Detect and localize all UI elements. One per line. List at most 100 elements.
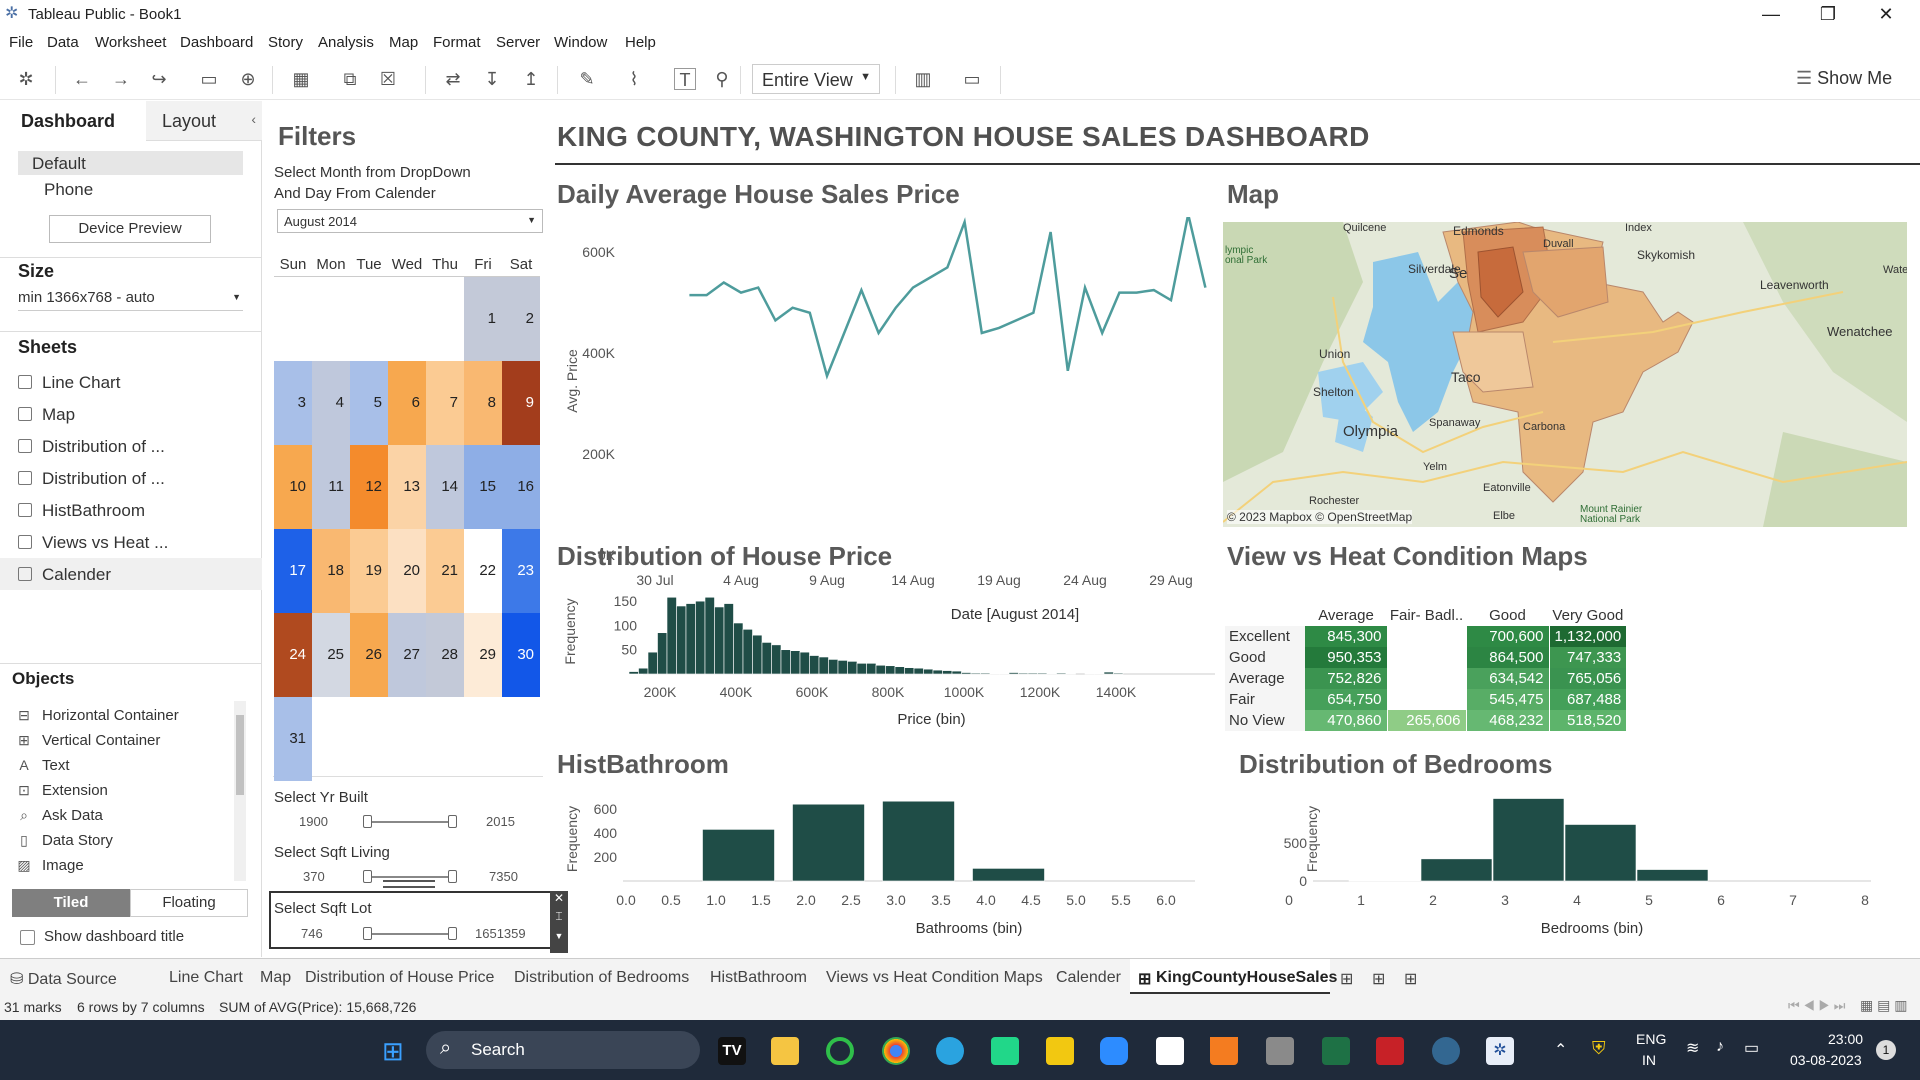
menu-analysis[interactable]: Analysis xyxy=(318,34,374,51)
new-story-icon[interactable]: ⊞ xyxy=(1404,969,1417,989)
device-default[interactable]: Default xyxy=(18,151,243,175)
calendar-day[interactable]: 21 xyxy=(426,529,464,613)
lang-1[interactable]: ENG xyxy=(1636,1031,1666,1047)
calendar-day[interactable]: 3 xyxy=(274,361,312,445)
heatmap-cell[interactable]: 1,132,000 xyxy=(1549,626,1628,647)
heatmap-cell[interactable]: 752,826 xyxy=(1305,668,1388,689)
clear-sheet-icon[interactable]: ☒ xyxy=(377,68,399,90)
map-view[interactable]: Quilcene Edmonds Index Skykomish Silverd… xyxy=(1223,222,1907,527)
sqft-lot-track[interactable] xyxy=(366,933,451,935)
size-dropdown[interactable]: min 1366x768 - auto ▼ xyxy=(18,289,243,311)
menu-map[interactable]: Map xyxy=(389,34,418,51)
floating-button[interactable]: Floating xyxy=(130,889,248,917)
sqft-living-track[interactable] xyxy=(366,876,451,878)
device-preview-button[interactable]: Device Preview xyxy=(49,215,211,243)
windows-start-icon[interactable]: ⊞ xyxy=(382,1037,410,1065)
sheet-item[interactable]: Views vs Heat ... xyxy=(18,533,168,553)
object-item[interactable]: ▯ Data Story xyxy=(16,832,113,849)
object-item[interactable]: ⊞ Vertical Container xyxy=(16,732,160,749)
object-item[interactable]: ⊡ Extension xyxy=(16,782,108,799)
view-grid-icon[interactable]: ▦ ▤ ▥ xyxy=(1860,997,1907,1014)
calendar-day[interactable]: 10 xyxy=(274,445,312,529)
yr-built-min-handle[interactable] xyxy=(363,815,372,828)
resize-grip-icon[interactable] xyxy=(383,880,435,888)
new-worksheet-icon[interactable]: ⊞ xyxy=(1340,969,1353,989)
calendar-day[interactable]: 11 xyxy=(312,445,350,529)
sheet-item[interactable]: Line Chart xyxy=(18,373,120,393)
calendar-day[interactable]: 18 xyxy=(312,529,350,613)
telegram-icon[interactable] xyxy=(936,1037,964,1065)
new-dashboard-icon[interactable]: ⊞ xyxy=(1372,969,1385,989)
object-item[interactable]: ▨ Image xyxy=(16,857,83,874)
tab-views-heat[interactable]: Views vs Heat Condition Maps xyxy=(826,969,1043,987)
chrome-icon[interactable] xyxy=(882,1037,910,1065)
tab-line-chart[interactable]: Line Chart xyxy=(169,969,243,987)
sqft-living-max-handle[interactable] xyxy=(448,870,457,883)
heatmap-cell[interactable]: 518,520 xyxy=(1549,710,1628,731)
clock-date[interactable]: 03-08-2023 xyxy=(1790,1052,1862,1068)
calendar-day[interactable]: 29 xyxy=(464,613,502,697)
sheet-nav-icon[interactable]: ⏮ ◀ ▶ ⏭ xyxy=(1788,998,1845,1014)
calendar-day[interactable]: 8 xyxy=(464,361,502,445)
calendar-day[interactable]: 7 xyxy=(426,361,464,445)
objects-scrollbar[interactable] xyxy=(234,701,246,881)
sheet-item[interactable]: Map xyxy=(18,405,75,425)
app-icon[interactable] xyxy=(1266,1037,1294,1065)
notification-badge[interactable]: 1 xyxy=(1876,1040,1896,1060)
tab-map[interactable]: Map xyxy=(260,969,291,987)
calendar-day[interactable]: 23 xyxy=(502,529,540,613)
pin-icon[interactable]: ⚲ xyxy=(711,68,733,90)
heatmap-cell[interactable]: 265,606 xyxy=(1387,710,1467,731)
sqft-lot-max-handle[interactable] xyxy=(448,927,457,940)
show-labels-icon[interactable]: T xyxy=(674,68,696,90)
sort-ascending-icon[interactable]: ↧ xyxy=(481,68,503,90)
close-button[interactable]: ✕ xyxy=(1858,0,1914,29)
calendar-day[interactable]: 12 xyxy=(350,445,388,529)
sheet-item[interactable]: Calender xyxy=(18,565,111,585)
maximize-button[interactable]: ❐ xyxy=(1800,0,1856,29)
menu-worksheet[interactable]: Worksheet xyxy=(95,34,166,51)
tab-dashboard[interactable]: Dashboard xyxy=(0,101,146,141)
sqft-living-min-handle[interactable] xyxy=(363,870,372,883)
heatmap-cell[interactable]: 468,232 xyxy=(1466,710,1550,731)
sheet-item[interactable]: HistBathroom xyxy=(18,501,145,521)
heatmap-cell[interactable]: 765,056 xyxy=(1549,668,1628,689)
calendar-day[interactable]: 15 xyxy=(464,445,502,529)
calendar-day[interactable]: 9 xyxy=(502,361,540,445)
calendar-day[interactable]: 17 xyxy=(274,529,312,613)
heatmap-cell[interactable]: 470,860 xyxy=(1305,710,1388,731)
heatmap-cell[interactable] xyxy=(1387,689,1467,710)
tab-calender[interactable]: Calender xyxy=(1056,969,1121,987)
calendar-day[interactable]: 19 xyxy=(350,529,388,613)
postgresql-icon[interactable] xyxy=(1432,1037,1460,1065)
sheet-item[interactable]: Distribution of ... xyxy=(18,437,165,457)
tradingview-icon[interactable]: TV xyxy=(718,1037,746,1065)
zoom-icon[interactable] xyxy=(1100,1037,1128,1065)
object-item[interactable]: ⊟ Horizontal Container xyxy=(16,707,179,724)
save-icon[interactable]: ▭ xyxy=(198,68,220,90)
heatmap-cell[interactable]: 845,300 xyxy=(1305,626,1388,647)
menu-dashboard[interactable]: Dashboard xyxy=(180,34,253,51)
tab-layout[interactable]: Layout ‹ xyxy=(146,101,262,141)
fit-dropdown[interactable]: Entire View ▼ xyxy=(752,64,880,94)
chevron-up-icon[interactable]: ⌃ xyxy=(1554,1040,1567,1060)
menu-file[interactable]: File xyxy=(9,34,33,51)
tab-histbathroom[interactable]: HistBathroom xyxy=(710,969,807,987)
excel-icon[interactable] xyxy=(1322,1037,1350,1065)
calendar-day[interactable]: 31 xyxy=(274,697,312,781)
new-datasource-icon[interactable]: ⊕ xyxy=(237,68,259,90)
tab-distribution-bedrooms[interactable]: Distribution of Bedrooms xyxy=(514,969,689,987)
pycharm-icon[interactable] xyxy=(991,1037,1019,1065)
menu-story[interactable]: Story xyxy=(268,34,303,51)
heatmap-cell[interactable] xyxy=(1387,647,1467,668)
heatmap-cell[interactable]: 545,475 xyxy=(1466,689,1550,710)
calendar-day[interactable]: 4 xyxy=(312,361,350,445)
menu-format[interactable]: Format xyxy=(433,34,481,51)
calendar-day[interactable]: 28 xyxy=(426,613,464,697)
calendar-day[interactable]: 2 xyxy=(502,277,540,361)
tab-kingcountyhousesales[interactable]: ⊞ KingCountyHouseSales xyxy=(1130,959,1337,995)
bath-histogram[interactable]: 600 400 200 0.0 0.5 1.0 1.5 2.0 2.5 3.0 3.5 4.0 4.5 5… xyxy=(555,787,1195,947)
presentation-icon[interactable]: ▭ xyxy=(961,68,983,90)
yr-built-max-handle[interactable] xyxy=(448,815,457,828)
heatmap-cell[interactable]: 687,488 xyxy=(1549,689,1628,710)
